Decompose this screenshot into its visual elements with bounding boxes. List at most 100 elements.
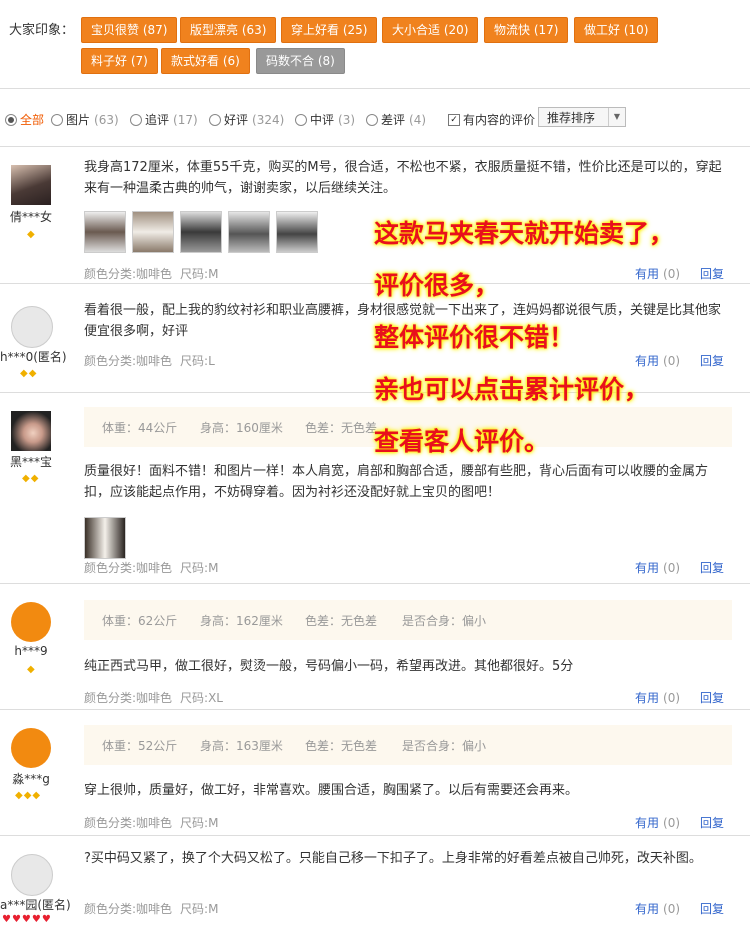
impression-tag[interactable]: 物流快 (17) [484, 17, 569, 43]
reviewer-name[interactable]: h***0(匿名) [0, 348, 67, 365]
reviewer-name[interactable]: a***园(匿名) [0, 896, 71, 913]
review-text: 质量很好！面料不错！和图片一样！本人肩宽，肩部和胸部合适，腰部有些肥，背心后面有… [84, 464, 709, 500]
rank-icon: ◆◆◆ [15, 790, 42, 801]
reply-link[interactable]: 回复 [700, 352, 724, 369]
impression-tag[interactable]: 做工好 (10) [574, 17, 659, 43]
color-category: 颜色分类:咖啡色 [84, 902, 173, 916]
attr-weight: 体重：44公斤 [102, 421, 178, 435]
sort-value: 推荐排序 [547, 111, 596, 125]
checkbox-icon[interactable]: ✓ [448, 113, 460, 126]
filter-neutral[interactable]: 中评 (3) [295, 111, 355, 128]
filter-label: 全部 [20, 113, 45, 127]
impression-tag[interactable]: 大小合适 (20) [382, 17, 479, 43]
impression-tag[interactable]: 宝贝很赞 (87) [81, 17, 178, 43]
review-meta: 颜色分类:咖啡色 尺码:XL [84, 689, 231, 706]
filter-count: (17) [173, 112, 198, 127]
reviewer-name[interactable]: 淼***g [0, 770, 62, 787]
attr-fit: 是否合身：偏小 [402, 614, 487, 628]
filter-label: 有内容的评价 [463, 113, 536, 127]
review-meta: 颜色分类:咖啡色 尺码:M [84, 900, 226, 917]
promo-text: 评价很多， [374, 271, 500, 300]
useful-label: 有用 [635, 354, 660, 368]
avatar[interactable] [11, 165, 51, 205]
sort-select[interactable]: 推荐排序 ▼ [538, 107, 626, 127]
useful-label: 有用 [635, 561, 660, 575]
review-photo[interactable] [276, 211, 318, 253]
impression-tag[interactable]: 版型漂亮 (63) [180, 17, 277, 43]
attr-color-diff: 色差：无色差 [305, 739, 378, 753]
reply-link[interactable]: 回复 [700, 814, 724, 831]
avatar[interactable] [11, 411, 51, 451]
review-text: 穿上很帅，质量好，做工好，非常喜欢。腰围合适，胸围紧了。以后有需要还会再来。 [84, 783, 579, 798]
impression-tag-negative[interactable]: 码数不合 (8) [256, 48, 345, 74]
filter-label: 中评 [310, 113, 335, 127]
review-photos [84, 211, 318, 253]
impression-tag[interactable]: 料子好 (7) [81, 48, 158, 74]
useful-button[interactable]: 有用 (0) [635, 814, 680, 831]
useful-button[interactable]: 有用 (0) [635, 900, 680, 917]
attr-fit: 是否合身：偏小 [402, 739, 487, 753]
radio-icon[interactable] [130, 113, 142, 126]
filter-all[interactable]: 全部 [5, 111, 44, 128]
reply-link[interactable]: 回复 [700, 559, 724, 576]
rank-icon: ◆ [27, 229, 36, 240]
review-photo[interactable] [180, 211, 222, 253]
radio-icon[interactable] [295, 113, 307, 126]
reviewer-name[interactable]: 倩***女 [0, 208, 62, 225]
size: 尺码:M [180, 816, 219, 830]
chevron-down-icon[interactable]: ▼ [608, 108, 625, 126]
default-avatar-icon[interactable] [11, 728, 51, 768]
attr-color-diff: 色差：无色差 [305, 421, 378, 435]
attr-height: 身高：160厘米 [200, 421, 283, 435]
reviewer-name[interactable]: h***9 [0, 644, 62, 658]
attr-color-diff: 色差：无色差 [305, 614, 378, 628]
attr-height: 身高：163厘米 [200, 739, 283, 753]
reply-link[interactable]: 回复 [700, 265, 724, 282]
radio-icon[interactable] [366, 113, 378, 126]
useful-button[interactable]: 有用 (0) [635, 265, 680, 282]
impression-tag[interactable]: 穿上好看 (25) [281, 17, 378, 43]
filter-count: (4) [409, 112, 427, 127]
promo-text: 整体评价很不错！ [374, 323, 575, 352]
review-text: 纯正西式马甲，做工很好，熨烫一般，号码偏小一码，希望再改进。其他都很好。5分 [84, 659, 574, 674]
body-attributes: 体重：62公斤 身高：162厘米 色差：无色差 是否合身：偏小 [84, 600, 732, 640]
review-photo[interactable] [228, 211, 270, 253]
promo-text: 这款马夹春天就开始卖了， [374, 219, 675, 248]
review-photo[interactable] [132, 211, 174, 253]
default-avatar-icon[interactable] [11, 602, 51, 642]
filter-content-only[interactable]: ✓ 有内容的评价 [448, 111, 535, 128]
attr-weight: 体重：52公斤 [102, 739, 178, 753]
filter-positive[interactable]: 好评 (324) [209, 111, 284, 128]
review-item: 淼***g ◆◆◆ 体重：52公斤 身高：163厘米 色差：无色差 是否合身：偏… [0, 710, 750, 834]
filter-negative[interactable]: 差评 (4) [366, 111, 426, 128]
divider [0, 88, 750, 89]
review-photo[interactable] [84, 211, 126, 253]
review-item: a***园(匿名) ♥♥♥♥♥ ?买中码又紧了，换了个大码又松了。只能自己移一下… [0, 836, 750, 928]
filter-images[interactable]: 图片 (63) [51, 111, 119, 128]
color-category: 颜色分类:咖啡色 [84, 691, 173, 705]
useful-button[interactable]: 有用 (0) [635, 352, 680, 369]
reply-link[interactable]: 回复 [700, 689, 724, 706]
impression-tag[interactable]: 款式好看 (6) [161, 48, 250, 74]
color-category: 颜色分类:咖啡色 [84, 267, 173, 281]
default-avatar-icon[interactable] [11, 854, 53, 896]
color-category: 颜色分类:咖啡色 [84, 354, 173, 368]
rank-icon: ◆ [27, 664, 36, 675]
review-photos [84, 517, 126, 559]
filter-count: (324) [252, 112, 285, 127]
default-avatar-icon[interactable] [11, 306, 53, 348]
radio-icon[interactable] [5, 113, 17, 126]
filter-followup[interactable]: 追评 (17) [130, 111, 198, 128]
useful-button[interactable]: 有用 (0) [635, 689, 680, 706]
reviewer-name[interactable]: 黑***宝 [0, 453, 62, 470]
reply-link[interactable]: 回复 [700, 900, 724, 917]
review-photo[interactable] [84, 517, 126, 559]
useful-count: (0) [663, 902, 681, 916]
attr-weight: 体重：62公斤 [102, 614, 178, 628]
radio-icon[interactable] [209, 113, 221, 126]
useful-count: (0) [663, 267, 681, 281]
radio-icon[interactable] [51, 113, 63, 126]
useful-button[interactable]: 有用 (0) [635, 559, 680, 576]
size: 尺码:M [180, 902, 219, 916]
color-category: 颜色分类:咖啡色 [84, 561, 173, 575]
